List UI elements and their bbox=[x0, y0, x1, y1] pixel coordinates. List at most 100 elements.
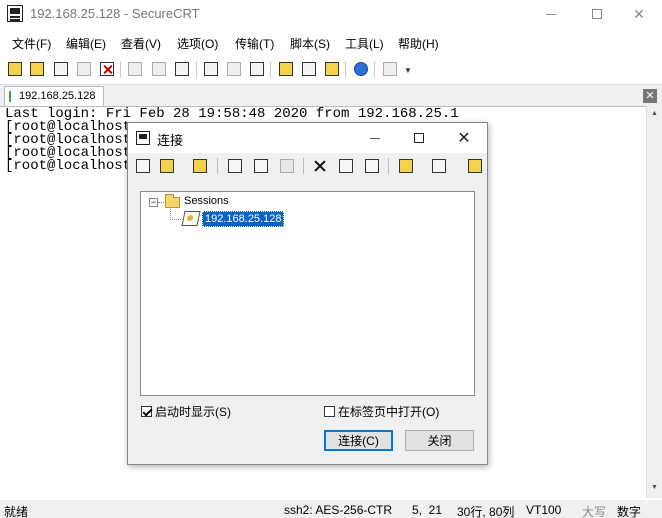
toolbar-separator bbox=[120, 61, 121, 78]
properties-icon bbox=[339, 159, 353, 173]
maximize-button[interactable] bbox=[574, 0, 620, 28]
session-options-button[interactable] bbox=[277, 60, 295, 78]
help-button[interactable] bbox=[352, 60, 370, 78]
menu-transfer[interactable]: 传输(T) bbox=[235, 35, 274, 52]
print-selection-icon bbox=[227, 62, 241, 76]
new-folder-icon bbox=[193, 159, 207, 173]
close-tab-button[interactable]: ✕ bbox=[643, 89, 657, 103]
dialog-paste-button[interactable] bbox=[278, 157, 296, 175]
session-icon bbox=[181, 211, 201, 226]
toolbar-separator bbox=[388, 158, 389, 174]
dialog-title-bar: 连接 ✕ bbox=[128, 123, 487, 153]
menu-edit[interactable]: 编辑(E) bbox=[66, 35, 106, 52]
cut-button[interactable] bbox=[226, 157, 244, 175]
main-toolbar: ▼ bbox=[0, 58, 662, 82]
reconnect-icon bbox=[77, 62, 91, 76]
disconnect-button[interactable] bbox=[98, 60, 116, 78]
dialog-maximize-button[interactable] bbox=[396, 123, 442, 153]
menu-view[interactable]: 查看(V) bbox=[121, 35, 161, 52]
keymap-button[interactable] bbox=[323, 60, 341, 78]
dialog-quick-connect-button[interactable] bbox=[158, 157, 176, 175]
new-folder-button[interactable] bbox=[191, 157, 209, 175]
reconnect-button[interactable] bbox=[75, 60, 93, 78]
toolbar-separator bbox=[303, 158, 304, 174]
toolbar-separator bbox=[270, 61, 271, 78]
securecrt-app-icon[interactable] bbox=[7, 5, 23, 22]
minimize-icon bbox=[370, 137, 380, 139]
tab-session[interactable]: 192.168.25.128 bbox=[4, 86, 104, 106]
delete-icon bbox=[313, 159, 327, 173]
session-options-icon bbox=[279, 62, 293, 76]
print-selection-button[interactable] bbox=[225, 60, 243, 78]
copy-button[interactable] bbox=[126, 60, 144, 78]
status-caps-lock: 大写 bbox=[582, 505, 607, 518]
menu-help[interactable]: 帮助(H) bbox=[398, 35, 439, 52]
new-session-button[interactable] bbox=[397, 157, 415, 175]
close-button[interactable]: ✕ bbox=[616, 0, 662, 28]
menu-tools[interactable]: 工具(L) bbox=[345, 35, 384, 52]
terminal-line: [root@localhost bbox=[5, 158, 132, 174]
status-num-lock: 数字 bbox=[617, 505, 642, 518]
copy-icon bbox=[128, 62, 142, 76]
connect-icon bbox=[8, 62, 22, 76]
print-button[interactable] bbox=[202, 60, 220, 78]
toolbar-overflow-icon[interactable]: ▼ bbox=[404, 66, 412, 75]
find-icon bbox=[365, 159, 379, 173]
dialog-copy-button[interactable] bbox=[252, 157, 270, 175]
dialog-help-button[interactable] bbox=[466, 157, 484, 175]
dialog-app-icon bbox=[136, 131, 150, 145]
print-setup-button[interactable] bbox=[248, 60, 266, 78]
lock-button[interactable] bbox=[381, 60, 399, 78]
connect-button[interactable]: 连接(C) bbox=[324, 430, 393, 451]
connect-tab-button[interactable] bbox=[52, 60, 70, 78]
collapse-icon[interactable]: − bbox=[149, 198, 158, 207]
open-in-tab-checkbox[interactable] bbox=[324, 406, 335, 417]
dialog-title: 连接 bbox=[157, 133, 184, 148]
desktop-shortcut-button[interactable] bbox=[430, 157, 448, 175]
menu-script[interactable]: 脚本(S) bbox=[290, 35, 330, 52]
toolbar-separator bbox=[345, 61, 346, 78]
new-session-icon bbox=[399, 159, 413, 173]
lock-icon bbox=[383, 62, 397, 76]
quick-connect-icon bbox=[160, 159, 174, 173]
status-ready: 就绪 bbox=[4, 505, 29, 518]
menu-options[interactable]: 选项(O) bbox=[177, 35, 218, 52]
help-icon bbox=[468, 159, 482, 173]
delete-button[interactable] bbox=[311, 157, 329, 175]
paste-icon bbox=[280, 159, 294, 173]
connect-tab-icon bbox=[54, 62, 68, 76]
dialog-find-button[interactable] bbox=[363, 157, 381, 175]
global-options-button[interactable] bbox=[300, 60, 318, 78]
connect-dialog: 连接 ✕ − Sessions 192.168.25.128 启动时显示(S) … bbox=[127, 122, 488, 465]
menu-file[interactable]: 文件(F) bbox=[12, 35, 51, 52]
menu-bar: 文件(F) 编辑(E) 查看(V) 选项(O) 传输(T) 脚本(S) 工具(L… bbox=[0, 30, 662, 54]
find-button[interactable] bbox=[173, 60, 191, 78]
properties-button[interactable] bbox=[337, 157, 355, 175]
dialog-connect-button[interactable] bbox=[134, 157, 152, 175]
status-protocol: ssh2: AES-256-CTR bbox=[284, 503, 393, 517]
scroll-up-icon[interactable]: ▲ bbox=[651, 110, 658, 117]
open-in-tab-label[interactable]: 在标签页中打开(O) bbox=[338, 403, 439, 420]
tree-session-item[interactable]: 192.168.25.128 bbox=[202, 211, 285, 227]
tree-root-sessions[interactable]: Sessions bbox=[184, 195, 229, 207]
minimize-icon bbox=[546, 13, 556, 15]
folder-icon bbox=[165, 194, 180, 208]
paste-icon bbox=[152, 62, 166, 76]
close-dialog-button[interactable]: 关闭 bbox=[405, 430, 474, 451]
dialog-minimize-button[interactable] bbox=[352, 123, 398, 153]
show-on-startup-checkbox[interactable] bbox=[141, 406, 152, 417]
minimize-button[interactable] bbox=[528, 0, 574, 28]
title-bar: 192.168.25.128 - SecureCRT ✕ bbox=[0, 0, 662, 28]
window-title: 192.168.25.128 - SecureCRT bbox=[30, 6, 200, 21]
help-icon bbox=[354, 62, 368, 76]
dialog-close-button[interactable]: ✕ bbox=[441, 123, 487, 153]
terminal-scrollbar[interactable]: ▲ ▼ bbox=[646, 106, 662, 498]
quick-connect-button[interactable] bbox=[28, 60, 46, 78]
show-on-startup-label[interactable]: 启动时显示(S) bbox=[155, 403, 231, 420]
session-tree[interactable]: − Sessions 192.168.25.128 bbox=[140, 191, 475, 396]
connect-icon bbox=[136, 159, 150, 173]
connect-button[interactable] bbox=[6, 60, 24, 78]
cut-icon bbox=[228, 159, 242, 173]
paste-button[interactable] bbox=[150, 60, 168, 78]
scroll-down-icon[interactable]: ▼ bbox=[651, 484, 658, 491]
